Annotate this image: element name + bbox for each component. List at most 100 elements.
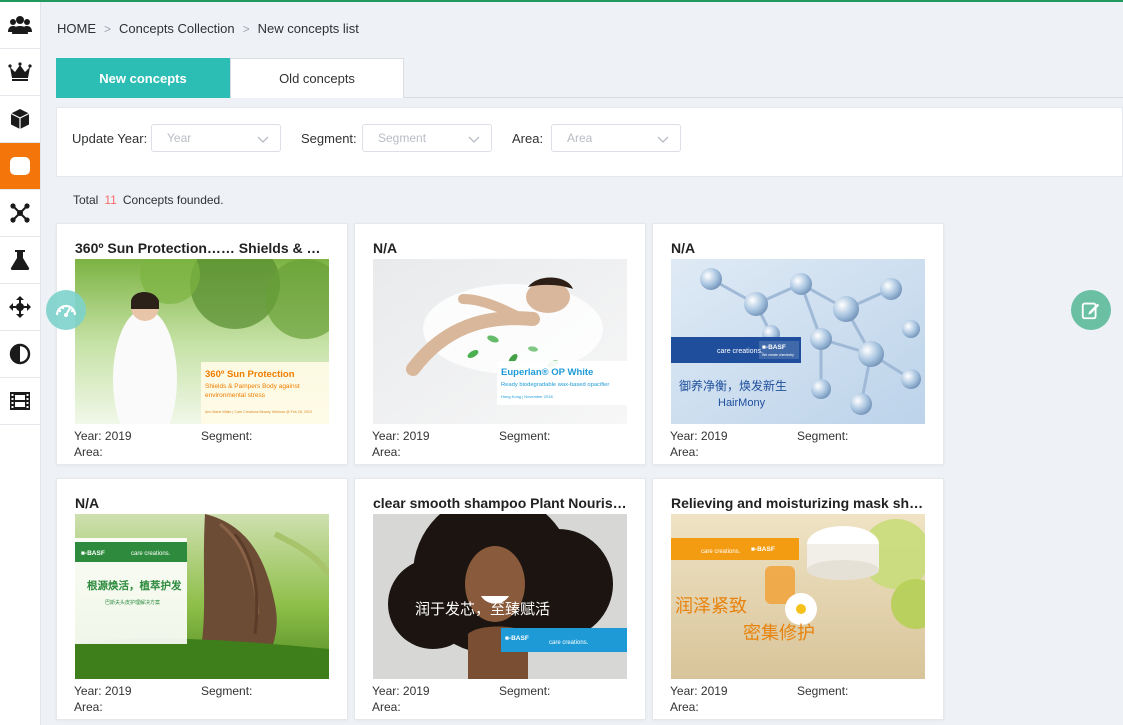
sun-protection-image: 360º Sun Protection Shields & Pampers Bo…	[75, 259, 329, 424]
move-arrows-icon	[9, 296, 31, 318]
concept-card[interactable]: 360º Sun Protection…… Shields & … 360º S…	[56, 223, 348, 465]
concept-card[interactable]: N/A ■-BASF care creations. 根源焕活，植萃护发 巴斯夫…	[56, 478, 348, 720]
sidebar-item-navigate[interactable]	[0, 284, 40, 331]
overlay-subtitle: Ready biodegradable wax-based opacifier	[501, 382, 609, 388]
sidebar-item-media[interactable]	[0, 378, 40, 425]
segment-select[interactable]: Segment	[362, 124, 492, 152]
brand-care-creations: care creations.	[717, 348, 763, 355]
card-year: Year: 2019	[74, 429, 132, 443]
concept-image-sun-protection[interactable]: 360º Sun Protection Shields & Pampers Bo…	[75, 259, 329, 424]
dashboard-float-button[interactable]	[46, 290, 86, 330]
database-icon	[10, 157, 30, 175]
card-segment: Segment:	[797, 429, 849, 443]
card-area: Area:	[670, 445, 699, 459]
caption-chinese: 根源焕活，植萃护发	[87, 579, 182, 592]
top-accent-line	[0, 0, 1123, 2]
overlay-subtitle: environmental stress	[205, 392, 266, 399]
sidebar-item-network[interactable]	[0, 190, 40, 237]
overlay-title: Euperlan® OP White	[501, 367, 593, 378]
overlay-footer: Ann Marie Walte | Care Creations Beauty …	[205, 410, 312, 414]
card-segment: Segment:	[499, 429, 551, 443]
sidebar-item-contrast[interactable]	[0, 331, 40, 378]
sidebar-item-products[interactable]	[0, 96, 40, 143]
results-summary: Total 11 Concepts founded.	[73, 193, 224, 207]
brand-basf: ■-BASF	[762, 344, 786, 351]
mask-sheet-image: care creations. ■-BASF 润泽紧致 密集修护	[671, 514, 925, 679]
total-suffix: Concepts founded.	[122, 193, 224, 207]
sidebar-item-users[interactable]	[0, 2, 40, 49]
breadcrumb-current: New concepts list	[257, 21, 359, 36]
tab-new-concepts[interactable]: New concepts	[56, 58, 230, 98]
concept-image-hairmony[interactable]: care creations. ■-BASF We create chemist…	[671, 259, 925, 424]
hairmony-image: care creations. ■-BASF We create chemist…	[671, 259, 925, 424]
overlay-footer: Hong Kong | November 2018	[501, 394, 554, 399]
brand-basf: ■-BASF	[81, 550, 105, 557]
card-area: Area:	[670, 700, 699, 714]
concept-card[interactable]: clear smooth shampoo Plant Nourishing 润于…	[354, 478, 646, 720]
breadcrumb-separator: >	[104, 21, 112, 36]
card-year: Year: 2019	[670, 684, 728, 698]
concept-image-scalp-care[interactable]: ■-BASF care creations. 根源焕活，植萃护发 巴斯夫头皮护理…	[75, 514, 329, 679]
card-segment: Segment:	[499, 684, 551, 698]
dashboard-gauge-icon	[55, 304, 77, 317]
card-year: Year: 2019	[372, 429, 430, 443]
tab-old-concepts[interactable]: Old concepts	[230, 58, 404, 98]
caption-chinese-line1: 润泽紧致	[675, 596, 747, 617]
card-title[interactable]: N/A	[671, 240, 929, 256]
brand-care-creations: care creations.	[131, 551, 171, 557]
concept-image-euperlan[interactable]: Euperlan® OP White Ready biodegradable w…	[373, 259, 627, 424]
concept-card[interactable]: Relieving and moisturizing mask sheet ca…	[652, 478, 944, 720]
users-icon	[8, 16, 32, 34]
euperlan-image: Euperlan® OP White Ready biodegradable w…	[373, 259, 627, 424]
shampoo-image: 润于发芯，至臻赋活 ■-BASF care creations.	[373, 514, 627, 679]
sidebar-item-ranking[interactable]	[0, 49, 40, 96]
card-segment: Segment:	[797, 684, 849, 698]
brand-tagline: We create chemistry	[762, 353, 794, 357]
breadcrumb-home[interactable]: HOME	[57, 21, 96, 36]
card-segment: Segment:	[201, 429, 253, 443]
area-label: Area:	[512, 131, 544, 146]
brand-basf: ■-BASF	[751, 546, 775, 553]
card-title[interactable]: N/A	[75, 495, 333, 511]
card-title[interactable]: N/A	[373, 240, 631, 256]
card-year: Year: 2019	[372, 684, 430, 698]
chevron-down-icon	[468, 136, 480, 143]
update-year-label: Update Year:	[72, 131, 148, 146]
sidebar-item-concepts[interactable]	[0, 143, 40, 190]
total-count: 11	[104, 193, 117, 207]
card-title[interactable]: 360º Sun Protection…… Shields & …	[75, 240, 333, 256]
card-title[interactable]: Relieving and moisturizing mask sheet	[671, 495, 929, 511]
flask-icon	[10, 250, 30, 270]
concept-card[interactable]: N/A Euperlan® OP White Ready biodegradab…	[354, 223, 646, 465]
caption-hairmony: HairMony	[718, 397, 766, 409]
breadcrumb-concepts-collection[interactable]: Concepts Collection	[119, 21, 235, 36]
concept-image-shampoo[interactable]: 润于发芯，至臻赋活 ■-BASF care creations.	[373, 514, 627, 679]
brand-basf: ■-BASF	[505, 635, 529, 642]
caption-subtitle: 巴斯夫头皮护理解决方案	[105, 599, 160, 606]
brand-care-creations: care creations.	[549, 640, 589, 646]
area-select[interactable]: Area	[551, 124, 681, 152]
overlay-subtitle: Shields & Pampers Body against	[205, 383, 300, 390]
concept-card[interactable]: N/A care creations. ■-BASF We create che…	[652, 223, 944, 465]
filter-bar: Update Year: Year Segment: Segment Area:…	[56, 107, 1123, 177]
card-area: Area:	[372, 700, 401, 714]
edit-note-icon	[1081, 302, 1100, 320]
sidebar	[0, 2, 41, 725]
area-placeholder: Area	[567, 131, 593, 145]
caption-chinese: 润于发芯，至臻赋活	[415, 600, 550, 618]
segment-placeholder: Segment	[378, 131, 427, 145]
sidebar-item-lab[interactable]	[0, 237, 40, 284]
cube-icon	[10, 109, 30, 129]
year-select[interactable]: Year	[151, 124, 281, 152]
concept-image-mask-sheet[interactable]: care creations. ■-BASF 润泽紧致 密集修护	[671, 514, 925, 679]
network-icon	[10, 203, 30, 223]
card-title[interactable]: clear smooth shampoo Plant Nourishing	[373, 495, 631, 511]
brand-care-creations: care creations.	[701, 549, 741, 555]
breadcrumb: HOME > Concepts Collection > New concept…	[57, 21, 359, 36]
year-placeholder: Year	[167, 131, 192, 145]
concept-tabs: New concepts Old concepts	[56, 58, 1123, 98]
edit-float-button[interactable]	[1071, 290, 1111, 330]
card-area: Area:	[74, 700, 103, 714]
card-segment: Segment:	[201, 684, 253, 698]
card-area: Area:	[74, 445, 103, 459]
